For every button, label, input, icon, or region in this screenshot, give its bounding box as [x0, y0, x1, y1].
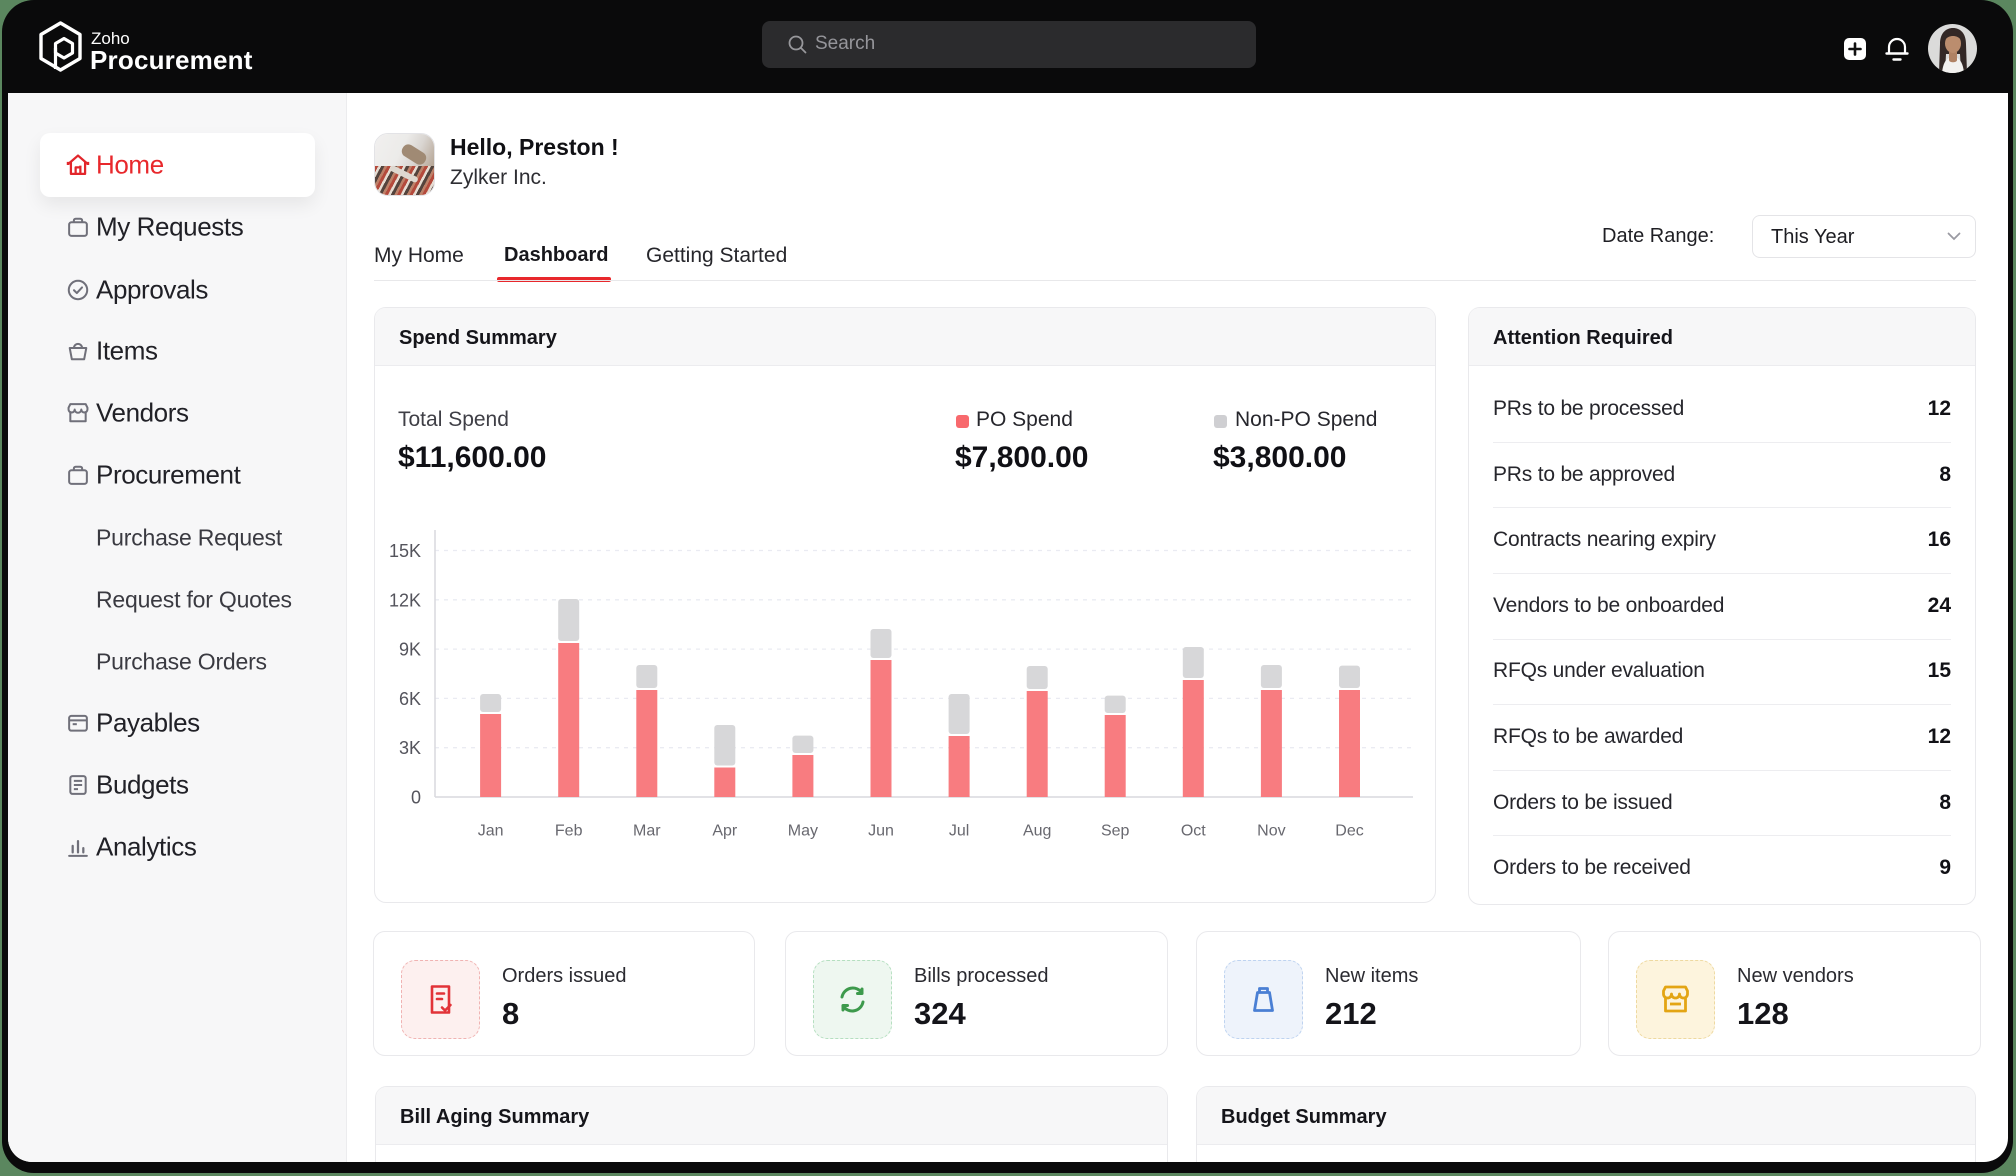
- svg-text:Jun: Jun: [868, 823, 894, 840]
- svg-text:Jul: Jul: [949, 823, 969, 840]
- svg-text:Apr: Apr: [712, 823, 738, 840]
- svg-text:0: 0: [411, 788, 421, 808]
- svg-text:12K: 12K: [389, 590, 421, 610]
- svg-text:15K: 15K: [389, 541, 421, 561]
- svg-text:Dec: Dec: [1335, 823, 1363, 840]
- svg-text:3K: 3K: [399, 738, 421, 758]
- svg-text:Oct: Oct: [1181, 823, 1206, 840]
- svg-text:Sep: Sep: [1101, 823, 1130, 840]
- svg-text:Feb: Feb: [555, 823, 583, 840]
- svg-text:Nov: Nov: [1257, 823, 1285, 840]
- svg-text:May: May: [788, 823, 818, 840]
- svg-text:9K: 9K: [399, 640, 421, 660]
- svg-text:Mar: Mar: [633, 823, 661, 840]
- svg-text:6K: 6K: [399, 689, 421, 709]
- svg-text:Jan: Jan: [478, 823, 504, 840]
- svg-text:Aug: Aug: [1023, 823, 1051, 840]
